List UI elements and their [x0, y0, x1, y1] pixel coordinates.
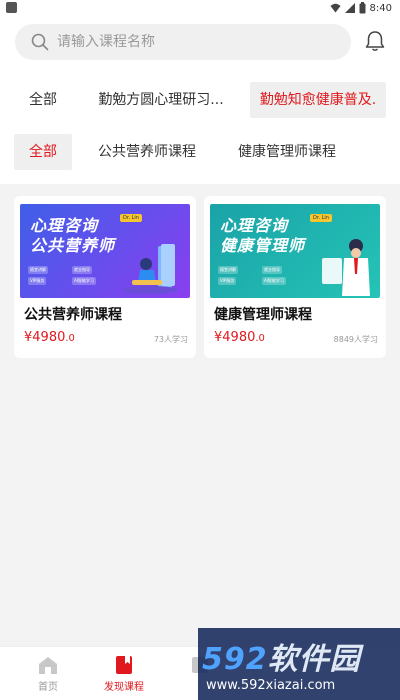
subcategory-tab-health-manager[interactable]: 健康管理师课程: [224, 134, 350, 170]
price-main: ¥4980: [214, 330, 256, 345]
category-tab-qinmian-fangyuan[interactable]: 勤勉方圆心理研习...: [84, 82, 238, 118]
course-title: 公共营养师课程: [24, 307, 122, 323]
course-title: 健康管理师课程: [214, 307, 312, 323]
search-bar[interactable]: [15, 24, 351, 60]
category-tab-all[interactable]: 全部: [14, 82, 72, 118]
price-main: ¥4980: [24, 330, 66, 345]
course-thumbnail: 心理咨询 健康管理师 Dr. Lin 随堂讲解 就业指导 VIP服务 AI智能学…: [210, 204, 380, 298]
price-decimal: .0: [65, 333, 75, 344]
watermark-logo-number: 592: [202, 642, 268, 677]
course-card[interactable]: 心理咨询 健康管理师 Dr. Lin 随堂讲解 就业指导 VIP服务 AI智能学…: [204, 196, 386, 358]
doctor-illustration-icon: [322, 239, 370, 296]
watermark-logo: 592软件园: [202, 634, 361, 678]
bell-icon[interactable]: [362, 28, 388, 54]
status-bar: 8:40: [0, 0, 400, 16]
course-price: ¥4980.0: [24, 330, 75, 345]
thumbnail-tag: 就业指导: [262, 266, 282, 274]
notification-icon: [6, 2, 17, 13]
bookmark-book-icon: [116, 656, 132, 674]
header: 全部 勤勉方圆心理研习... 勤勉知愈健康普及. 全部 公共营养师课程 健康管理…: [0, 16, 400, 184]
subcategory-tab-nutritionist[interactable]: 公共营养师课程: [84, 134, 210, 170]
signal-icon: [344, 3, 355, 13]
category-tabs-secondary: 全部 公共营养师课程 健康管理师课程: [0, 134, 400, 170]
category-tabs-primary: 全部 勤勉方圆心理研习... 勤勉知愈健康普及.: [0, 82, 400, 118]
price-decimal: .0: [255, 333, 265, 344]
battery-icon: [359, 2, 366, 14]
home-icon: [39, 657, 57, 674]
course-card[interactable]: 心理咨询 公共营养师 Dr. Lin 随堂讲解 就业指导 VIP服务 AI智能学…: [14, 196, 196, 358]
learner-count: 73人学习: [153, 335, 188, 344]
thumbnail-tag: AI智能学习: [72, 277, 96, 285]
thumbnail-tag: 随堂讲解: [28, 266, 48, 274]
nav-item-home[interactable]: 首页: [18, 655, 78, 697]
nav-item-discover[interactable]: 发现课程: [94, 655, 154, 697]
thumbnail-badge: Dr. Lin: [120, 214, 142, 222]
status-indicators: 8:40: [330, 1, 392, 15]
watermark-url: www.592xiazai.com: [206, 678, 336, 693]
status-time: 8:40: [369, 2, 392, 14]
subcategory-tab-all[interactable]: 全部: [14, 134, 72, 170]
course-thumbnail: 心理咨询 公共营养师 Dr. Lin 随堂讲解 就业指导 VIP服务 AI智能学…: [20, 204, 190, 298]
thumbnail-tag: 就业指导: [72, 266, 92, 274]
nav-label-discover: 发现课程: [104, 682, 144, 693]
watermark-overlay: 592软件园 www.592xiazai.com: [198, 628, 400, 700]
search-icon: [31, 33, 49, 51]
thumbnail-subheading: 公共营养师: [30, 236, 116, 255]
thumbnail-tag: 随堂讲解: [218, 266, 238, 274]
nav-label-home: 首页: [38, 682, 58, 693]
thumbnail-tag: VIP服务: [28, 277, 47, 285]
wifi-icon: [330, 3, 341, 13]
watermark-logo-text: 软件园: [267, 642, 361, 677]
category-tab-qinmian-zhiyu[interactable]: 勤勉知愈健康普及.: [250, 82, 386, 118]
thumbnail-tag: AI智能学习: [262, 277, 286, 285]
course-price: ¥4980.0: [214, 330, 265, 345]
student-illustration-icon: [122, 244, 178, 294]
thumbnail-tag: VIP服务: [218, 277, 237, 285]
thumbnail-subheading: 健康管理师: [220, 236, 306, 255]
search-input[interactable]: [57, 34, 317, 50]
thumbnail-badge: Dr. Lin: [310, 214, 332, 222]
learner-count: 8849人学习: [333, 335, 378, 344]
